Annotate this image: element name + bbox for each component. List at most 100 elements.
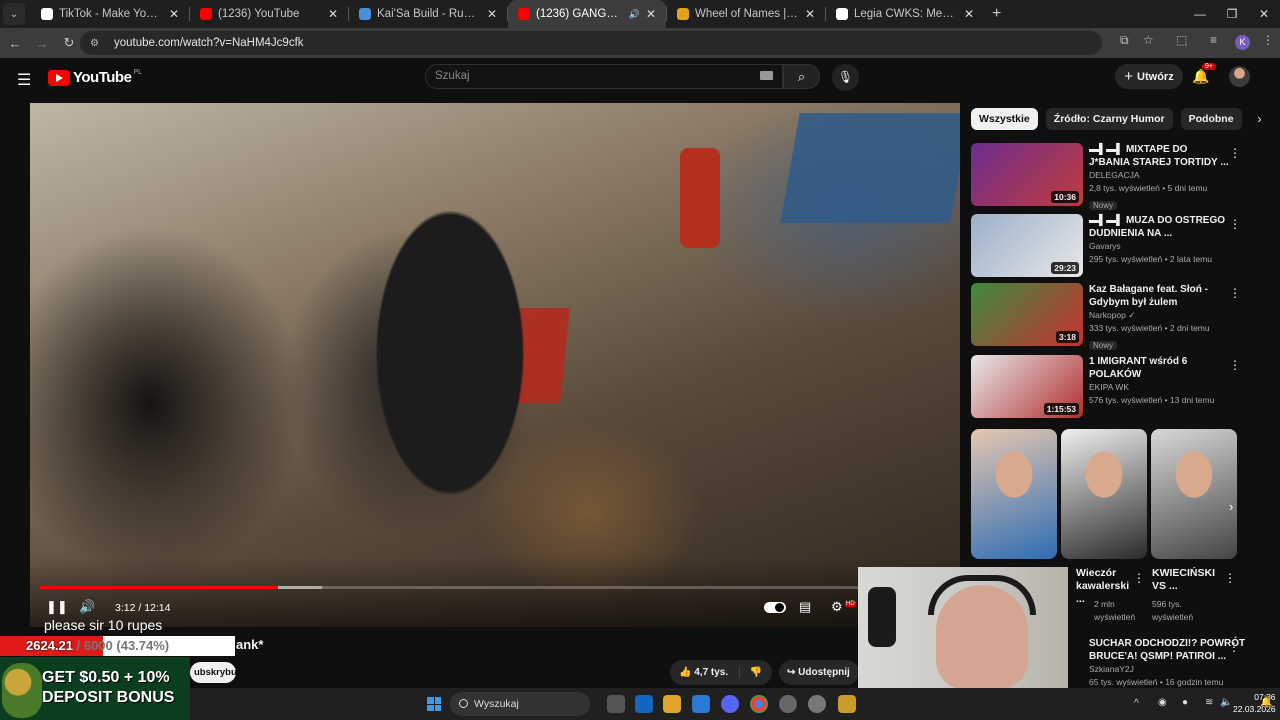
forward-icon[interactable]: → xyxy=(30,36,54,51)
like-dislike-bar: 👍 4,7 tys. 👎 xyxy=(670,660,772,685)
file-explorer-icon[interactable] xyxy=(663,695,681,713)
video-title[interactable]: Kaz Bałagane feat. Słoń - Gdybym był żul… xyxy=(1089,283,1229,309)
app-icon[interactable] xyxy=(779,695,797,713)
app-icon[interactable] xyxy=(808,695,826,713)
short-thumbnail[interactable] xyxy=(1151,429,1237,559)
short-menu-icon[interactable]: ⋮ xyxy=(1224,571,1236,585)
video-title[interactable]: ▬▌▬▌ MIXTAPE DO J*BANIA STAREJ TORTIDY .… xyxy=(1089,143,1229,169)
keyboard-icon[interactable] xyxy=(760,71,773,80)
chrome-icon[interactable] xyxy=(750,695,768,713)
sidebar-video[interactable]: 1:15:53 1 IMIGRANT wśród 6 POLAKÓW EKIPA W… xyxy=(971,355,1251,419)
url-field[interactable]: ⚙ youtube.com/watch?v=NaHM4Jc9cfk xyxy=(80,31,1102,55)
video-menu-icon[interactable]: ⋮ xyxy=(1228,640,1240,654)
taskbar-search[interactable]: Wyszukaj xyxy=(450,692,590,716)
sidebar-video-bottom[interactable]: SUCHAR ODCHODZI!? POWRÓT BRUCE'A! QSMP! … xyxy=(1070,637,1250,689)
close-window-icon[interactable]: ✕ xyxy=(1248,0,1280,28)
youtube-logo[interactable]: YouTube PL xyxy=(48,69,142,86)
short-menu-icon[interactable]: ⋮ xyxy=(1133,571,1145,585)
browser-profile-avatar[interactable]: K xyxy=(1235,35,1250,50)
video-menu-icon[interactable]: ⋮ xyxy=(1229,146,1241,160)
browser-tab[interactable]: TikTok - Make Your Day ✕ xyxy=(31,0,189,28)
windows-start-icon[interactable] xyxy=(427,697,441,711)
app-icon[interactable] xyxy=(838,695,856,713)
subtitles-icon[interactable]: ▤ xyxy=(799,599,811,615)
menu-hamburger-icon[interactable]: ☰ xyxy=(17,70,31,90)
tab-close-icon[interactable]: ✕ xyxy=(964,7,974,21)
browser-menu-icon[interactable]: ⋮ xyxy=(1262,33,1274,47)
browser-tab[interactable]: Legia CWKS: Mecz Derbowy i R ✕ xyxy=(826,0,984,28)
maximize-icon[interactable]: ❐ xyxy=(1216,0,1248,28)
tab-close-icon[interactable]: ✕ xyxy=(487,7,497,21)
video-channel[interactable]: DELEGACJA xyxy=(1089,169,1229,182)
user-avatar[interactable] xyxy=(1229,66,1250,87)
speaker-icon[interactable]: 🔈 xyxy=(1220,697,1232,708)
outlook-icon[interactable] xyxy=(635,695,653,713)
cast-icon[interactable]: ⧉ xyxy=(1120,33,1129,48)
notification-center-icon[interactable]: 🔔 xyxy=(1260,697,1272,708)
chip-source[interactable]: Źródło: Czarny Humor xyxy=(1045,108,1173,130)
tray-app-icon[interactable]: ● xyxy=(1182,697,1188,708)
tab-audio-icon[interactable]: 🔊 xyxy=(629,9,640,20)
tab-close-icon[interactable]: ✕ xyxy=(328,7,338,21)
chip-related[interactable]: Podobne xyxy=(1180,108,1242,130)
share-button[interactable]: ↪ Udostępnij xyxy=(779,660,859,685)
browser-tab[interactable]: Wheel of Names | Random nam ✕ xyxy=(667,0,825,28)
browser-tab[interactable]: (1236) GANGSTERSKIE POR 🔊 ✕ xyxy=(508,0,666,28)
video-title[interactable]: 1 IMIGRANT wśród 6 POLAKÓW xyxy=(1089,355,1229,381)
browser-tab[interactable]: (1236) YouTube ✕ xyxy=(190,0,348,28)
create-button[interactable]: + Utwórz xyxy=(1115,64,1183,89)
video-thumbnail[interactable]: 10:36 xyxy=(971,143,1083,206)
tab-close-icon[interactable]: ✕ xyxy=(805,7,815,21)
task-view-icon[interactable] xyxy=(607,695,625,713)
search-button[interactable]: ⌕ xyxy=(783,64,820,89)
tab-close-icon[interactable]: ✕ xyxy=(169,7,179,21)
tray-chevron-icon[interactable]: ^ xyxy=(1134,698,1139,709)
reload-icon[interactable]: ↻ xyxy=(57,35,81,51)
wifi-icon[interactable]: ≋ xyxy=(1205,697,1213,708)
video-channel[interactable]: Narkopop ✓ xyxy=(1089,309,1229,322)
volume-icon[interactable]: 🔊 xyxy=(79,599,95,615)
video-channel[interactable]: EKIPA WK xyxy=(1089,381,1229,394)
short-thumbnail[interactable] xyxy=(971,429,1057,559)
settings-gear-icon[interactable]: ⚙ xyxy=(831,599,843,615)
video-thumbnail[interactable]: 3:18 xyxy=(971,283,1083,346)
voice-search-button[interactable]: 🎙 xyxy=(832,64,859,91)
chip-all[interactable]: Wszystkie xyxy=(971,108,1038,130)
media-control-icon[interactable]: ≡ xyxy=(1210,33,1217,47)
browser-tab[interactable]: Kai'Sa Build - Runes & Items Pa ✕ xyxy=(349,0,507,28)
sidebar-video[interactable]: 3:18 Kaz Bałagane feat. Słoń - Gdybym był… xyxy=(971,283,1251,350)
store-icon[interactable] xyxy=(692,695,710,713)
minimize-icon[interactable]: — xyxy=(1184,0,1216,28)
tab-close-icon[interactable]: ✕ xyxy=(646,7,656,21)
video-title[interactable]: ▬▌▬▌ MUZA DO OSTREGO DUDNIENIA NA ... xyxy=(1089,214,1229,240)
short-title[interactable]: KWIECIŃSKI VS ... xyxy=(1152,567,1222,593)
video-menu-icon[interactable]: ⋮ xyxy=(1229,217,1241,231)
extensions-icon[interactable]: ⬚ xyxy=(1176,33,1187,47)
back-icon[interactable]: ← xyxy=(3,36,27,51)
search-input[interactable]: Szukaj xyxy=(425,64,783,89)
short-thumbnail[interactable] xyxy=(1061,429,1147,559)
dislike-button[interactable]: 👎 xyxy=(738,667,772,678)
sidebar-video[interactable]: 10:36 ▬▌▬▌ MIXTAPE DO J*BANIA STAREJ TORT… xyxy=(971,143,1251,210)
pause-button-icon[interactable]: ❚❚ xyxy=(46,599,68,615)
shorts-next-icon[interactable]: › xyxy=(1229,499,1233,514)
chevron-right-icon[interactable]: › xyxy=(1258,112,1262,126)
tray-app-icon[interactable]: ◉ xyxy=(1158,697,1167,708)
video-thumbnail[interactable]: 29:23 xyxy=(971,214,1083,277)
new-tab-button[interactable]: + xyxy=(992,5,1001,23)
subscribe-button[interactable]: ubskrybuj xyxy=(190,662,236,683)
video-thumbnail[interactable]: 1:15:53 xyxy=(971,355,1083,418)
bookmark-star-icon[interactable]: ☆ xyxy=(1143,33,1154,47)
like-button[interactable]: 👍 4,7 tys. xyxy=(679,667,728,678)
video-menu-icon[interactable]: ⋮ xyxy=(1229,286,1241,300)
progress-bar[interactable] xyxy=(40,586,950,589)
tab-search-icon[interactable]: ⌄ xyxy=(3,3,25,25)
notifications-button[interactable]: 🔔 9+ xyxy=(1192,63,1216,85)
video-player[interactable]: ❚❚ 🔊 3:12 / 12:14 ▤ ⚙ HD xyxy=(30,103,960,627)
discord-icon[interactable] xyxy=(721,695,739,713)
video-menu-icon[interactable]: ⋮ xyxy=(1229,358,1241,372)
sidebar-video[interactable]: 29:23 ▬▌▬▌ MUZA DO OSTREGO DUDNIENIA NA .… xyxy=(971,214,1251,278)
video-channel[interactable]: Gavarys xyxy=(1089,240,1229,253)
site-info-icon[interactable]: ⚙ xyxy=(90,38,102,49)
autoplay-toggle[interactable] xyxy=(764,602,786,613)
